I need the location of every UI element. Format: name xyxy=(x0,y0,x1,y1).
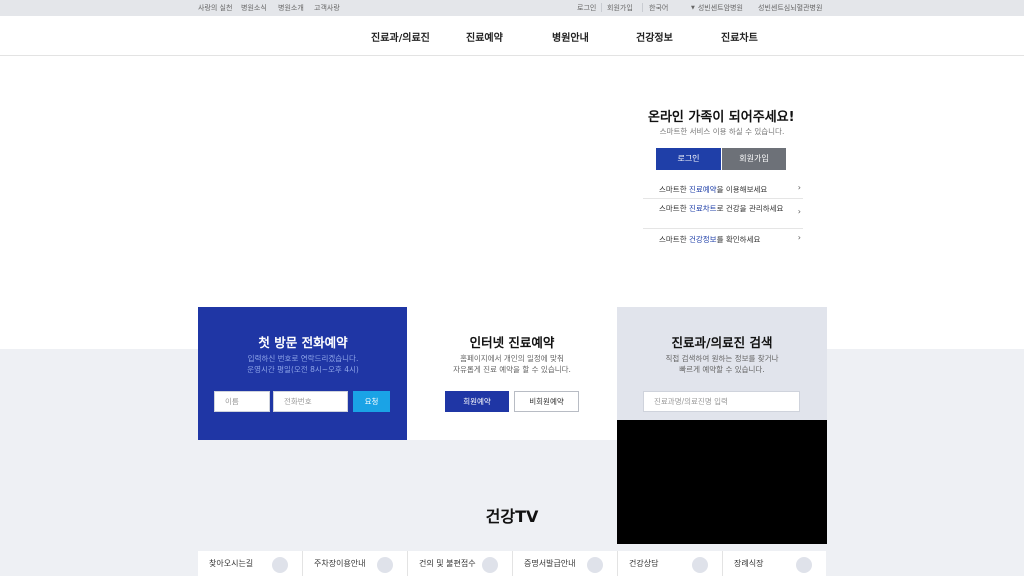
top-login-link[interactable]: 로그인 xyxy=(577,3,596,13)
nav-health-info[interactable]: 건강정보 xyxy=(636,29,673,44)
link-love-practice[interactable]: 사랑의 실천 xyxy=(198,3,232,13)
nav-reservation[interactable]: 진료예약 xyxy=(466,29,503,44)
desc-line: 홈페이지에서 개인의 일정에 맞춰 xyxy=(460,354,564,363)
login-button[interactable]: 로그인 xyxy=(656,148,721,170)
link-text: 로 건강을 관리하세요 xyxy=(716,204,784,213)
quick-label: 증명서발급안내 xyxy=(524,559,576,568)
desc-line: 운영시간 평일(오전 8시~오후 4시) xyxy=(247,365,359,374)
quick-suggestion[interactable]: 건의 및 불편접수 xyxy=(408,551,513,576)
nav-hospital-guide[interactable]: 병원안내 xyxy=(552,29,589,44)
link-hospital-news[interactable]: 병원소식 xyxy=(241,3,267,13)
card-title: 인터넷 진료예약 xyxy=(469,335,555,350)
health-tv-title: 건강TV xyxy=(485,507,539,526)
internet-reservation-card: 인터넷 진료예약 홈페이지에서 개인의 일정에 맞춰 자유롭게 진료 예약을 할… xyxy=(407,307,617,440)
desc-line: 입력하신 번호로 연락드리겠습니다. xyxy=(247,354,359,363)
phone-input[interactable]: 전화번호 xyxy=(273,391,348,412)
quick-menu: 찾아오시는길 주차장이용안내 건의 및 불편접수 증명서발급안내 건강상담 장례… xyxy=(198,551,826,576)
top-join-link[interactable]: 회원가입 xyxy=(607,3,633,13)
link-text: 스마트한 xyxy=(659,185,689,194)
nav-medical-chart[interactable]: 진료차트 xyxy=(721,29,758,44)
link-text: 스마트한 xyxy=(659,235,689,244)
top-utility-bar: 사랑의 실천 병원소식 병원소개 고객사랑 로그인 회원가입 한국어 ▼ 성빈센트… xyxy=(0,0,1024,16)
main-navigation: 진료과/의료진 진료예약 병원안내 건강정보 진료차트 xyxy=(0,16,1024,56)
chevron-right-icon: › xyxy=(797,183,801,192)
link-highlight: 진료예약 xyxy=(688,185,717,194)
link-health-info[interactable]: 스마트한 건강정보를 확인하세요 › xyxy=(643,229,803,249)
desc-line: 빠르게 예약할 수 있습니다. xyxy=(679,365,765,374)
link-text: 스마트한 xyxy=(659,204,689,213)
login-panel-title: 온라인 가족이 되어주세요! xyxy=(648,110,795,125)
quick-consultation[interactable]: 건강상담 xyxy=(618,551,723,576)
search-input[interactable]: 진료과명/의료진명 입력 xyxy=(643,391,800,412)
divider xyxy=(642,3,643,12)
funeral-icon xyxy=(796,557,812,573)
card-description: 홈페이지에서 개인의 일정에 맞춰 자유롭게 진료 예약을 할 수 있습니다. xyxy=(407,353,617,375)
login-panel-subtitle: 스마트한 서비스 이용 하실 수 있습니다. xyxy=(659,127,785,136)
request-button[interactable]: 요청 xyxy=(353,391,390,412)
parking-icon xyxy=(377,557,393,573)
map-icon xyxy=(272,557,288,573)
desc-line: 자유롭게 진료 예약을 할 수 있습니다. xyxy=(453,365,571,374)
video-player[interactable] xyxy=(617,420,827,544)
link-text: 을 이용해보세요 xyxy=(716,185,768,194)
quick-funeral-hall[interactable]: 장례식장 xyxy=(723,551,826,576)
link-hospital-intro[interactable]: 병원소개 xyxy=(278,3,304,13)
nav-departments[interactable]: 진료과/의료진 xyxy=(371,29,430,44)
suggestion-icon xyxy=(482,557,498,573)
quick-directions[interactable]: 찾아오시는길 xyxy=(198,551,303,576)
quick-label: 건의 및 불편접수 xyxy=(419,559,476,568)
consultation-icon xyxy=(692,557,708,573)
certificate-icon xyxy=(587,557,603,573)
chevron-right-icon: › xyxy=(797,207,801,216)
link-highlight: 진료차트 xyxy=(688,204,717,213)
card-title: 첫 방문 전화예약 xyxy=(258,335,348,350)
chevron-right-icon: › xyxy=(797,233,801,242)
link-reservation[interactable]: 스마트한 진료예약을 이용해보세요 › xyxy=(643,180,803,199)
link-medical-chart[interactable]: 스마트한 진료차트로 건강을 관리하세요 › xyxy=(643,199,803,229)
divider xyxy=(601,3,602,12)
phone-reservation-card: 첫 방문 전화예약 입력하신 번호로 연락드리겠습니다. 운영시간 평일(오전 … xyxy=(198,307,408,440)
card-description: 직접 검색하여 원하는 정보를 찾거나 빠르게 예약할 수 있습니다. xyxy=(617,353,827,375)
guest-reservation-button[interactable]: 비회원예약 xyxy=(514,391,579,412)
quick-label: 찾아오시는길 xyxy=(209,559,254,568)
desc-line: 직접 검색하여 원하는 정보를 찾거나 xyxy=(665,354,779,363)
card-description: 입력하신 번호로 연락드리겠습니다. 운영시간 평일(오전 8시~오후 4시) xyxy=(198,353,408,375)
card-title: 진료과/의료진 검색 xyxy=(671,335,773,350)
link-customer-love[interactable]: 고객사랑 xyxy=(314,3,340,13)
hospital-select-label: 성빈센트암병원 xyxy=(697,4,743,12)
name-input[interactable]: 이름 xyxy=(214,391,270,412)
quick-certificate[interactable]: 증명서발급안내 xyxy=(513,551,618,576)
caret-down-icon: ▼ xyxy=(691,5,695,11)
hospital-select[interactable]: ▼ 성빈센트암병원 xyxy=(691,3,743,13)
hospital-link[interactable]: 성빈센트심뇌혈관병원 xyxy=(758,3,822,13)
language-select[interactable]: 한국어 xyxy=(649,3,668,13)
join-button[interactable]: 회원가입 xyxy=(722,148,786,170)
member-reservation-button[interactable]: 회원예약 xyxy=(445,391,509,412)
quick-label: 주차장이용안내 xyxy=(314,559,366,568)
link-text: 를 확인하세요 xyxy=(716,235,761,244)
link-highlight: 건강정보 xyxy=(688,235,717,244)
quick-parking[interactable]: 주차장이용안내 xyxy=(303,551,408,576)
quick-label: 장례식장 xyxy=(734,559,764,568)
quick-label: 건강상담 xyxy=(629,559,659,568)
